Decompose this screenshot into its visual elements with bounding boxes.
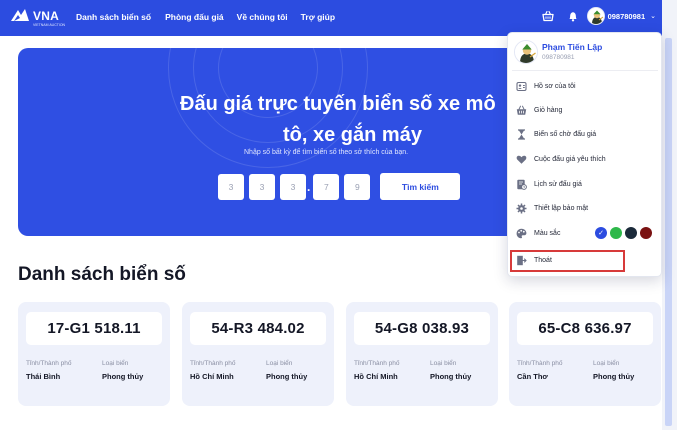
profile-icon	[516, 81, 527, 91]
brand-logo[interactable]: VNA VIETNAM AUCTION	[10, 8, 65, 27]
type-label: Loại biển	[102, 360, 129, 367]
menu-item-label: Giỏ hàng	[534, 106, 563, 114]
plate-digit-input[interactable]: 9	[344, 173, 371, 200]
type-label: Loại biển	[266, 360, 293, 367]
chevron-down-icon: ⌄	[650, 13, 656, 20]
color-swatch-green[interactable]	[610, 227, 622, 239]
divider	[512, 70, 658, 71]
user-menu-toggle[interactable]: 098780981 ⌄	[586, 7, 656, 25]
menu-item-cart[interactable]: Giỏ hàng	[516, 101, 656, 119]
menu-item-label: Thiết lập bảo mật	[534, 204, 589, 212]
menu-item-label: Hồ sơ của tôi	[534, 82, 576, 90]
color-swatches: ✓	[595, 227, 652, 239]
province-label: Tỉnh/Thành phố	[26, 360, 72, 367]
plate-card[interactable]: 17-G1 518.11 Tỉnh/Thành phố Loại biển Th…	[18, 302, 170, 406]
type-value: Phong thủy	[266, 372, 308, 381]
user-dropdown-menu: Phạm Tiến Lập 098780981 Hồ sơ của tôi Gi…	[507, 32, 662, 277]
hero-title-line1: Đấu giá trực tuyến biển số xe mô	[180, 93, 496, 115]
menu-item-auction-history[interactable]: Lịch sử đấu giá	[516, 175, 656, 193]
plate-digit-input[interactable]: 3	[280, 173, 306, 200]
province-label: Tỉnh/Thành phố	[354, 360, 400, 367]
bell-icon[interactable]	[567, 10, 579, 22]
color-swatch-maroon[interactable]	[640, 227, 652, 239]
type-value: Phong thủy	[430, 372, 472, 381]
province-value: Thái Bình	[26, 372, 61, 381]
history-icon	[517, 179, 527, 190]
menu-item-label: Màu sắc	[534, 229, 561, 237]
type-value: Phong thủy	[102, 372, 144, 381]
plate-card[interactable]: 65-C8 636.97 Tỉnh/Thành phố Loại biển Cầ…	[509, 302, 661, 406]
province-value: Cần Thơ	[517, 372, 548, 381]
brand-tagline: VIETNAM AUCTION	[33, 23, 66, 27]
plate-separator: .	[307, 179, 311, 194]
hero-banner: Đấu giá trực tuyến biển số xe mô tô, xe …	[18, 48, 508, 236]
nav-plate-list[interactable]: Danh sách biển số	[76, 12, 151, 22]
plate-search-form: 3 3 3 . 7 9 Tìm kiếm	[218, 173, 461, 200]
color-swatch-dark[interactable]	[625, 227, 637, 239]
user-name: Phạm Tiến Lập	[542, 42, 603, 52]
menu-item-label: Biển số chờ đấu giá	[534, 130, 597, 138]
plate-number: 54-R3 484.02	[190, 312, 326, 345]
user-phone: 098780981	[607, 11, 646, 21]
menu-item-label: Lịch sử đấu giá	[534, 180, 582, 188]
avatar-cartoon-icon	[515, 41, 537, 63]
basket-icon	[516, 105, 527, 115]
user-profile-summary: Phạm Tiến Lập 098780981	[514, 40, 656, 69]
scrollbar[interactable]	[665, 38, 672, 426]
hero-title-line2: tô, xe gắn máy	[283, 124, 422, 146]
heart-icon	[516, 155, 527, 164]
plate-card[interactable]: 54-R3 484.02 Tỉnh/Thành phố Loại biển Hồ…	[182, 302, 334, 406]
menu-item-profile[interactable]: Hồ sơ của tôi	[516, 77, 656, 95]
type-label: Loại biển	[430, 360, 457, 367]
nav-user-area: 098780981 ⌄	[541, 7, 656, 25]
menu-item-favorite-auctions[interactable]: Cuộc đấu giá yêu thích	[516, 150, 656, 168]
nav-auction-room[interactable]: Phòng đấu giá	[165, 12, 224, 22]
logout-highlight-box	[510, 250, 625, 272]
user-phone: 098780981	[542, 54, 575, 61]
brand-name: VNA	[33, 9, 59, 23]
gear-icon	[516, 203, 527, 213]
color-swatch-blue[interactable]: ✓	[595, 227, 607, 239]
province-value: Hồ Chí Minh	[190, 372, 234, 381]
plate-card[interactable]: 54-G8 038.93 Tỉnh/Thành phố Loại biển Hồ…	[346, 302, 498, 406]
top-navbar: VNA VIETNAM AUCTION Danh sách biển số Ph…	[0, 0, 662, 36]
plate-digit-input[interactable]: 7	[313, 173, 340, 200]
section-title: Danh sách biển số	[18, 264, 186, 285]
plate-number: 65-C8 636.97	[517, 312, 653, 345]
menu-item-pending-plates[interactable]: Biển số chờ đấu giá	[516, 125, 656, 143]
province-label: Tỉnh/Thành phố	[517, 360, 563, 367]
vna-logo-icon	[11, 9, 29, 21]
nav-about-us[interactable]: Về chúng tôi	[237, 12, 288, 22]
type-value: Phong thủy	[593, 372, 635, 381]
palette-icon	[516, 228, 527, 238]
type-label: Loại biển	[593, 360, 620, 367]
hourglass-icon	[518, 128, 525, 140]
main-nav: Danh sách biển số Phòng đấu giá Về chúng…	[76, 12, 335, 22]
check-icon: ✓	[598, 230, 604, 237]
plate-digit-input[interactable]: 3	[249, 173, 275, 200]
menu-item-label: Cuộc đấu giá yêu thích	[534, 155, 606, 163]
plate-number: 54-G8 038.93	[354, 312, 490, 345]
basket-icon[interactable]	[541, 10, 554, 22]
province-label: Tỉnh/Thành phố	[190, 360, 236, 367]
avatar	[586, 7, 605, 25]
avatar-cartoon-icon	[587, 8, 604, 24]
hero-subtitle: Nhập số bất kỳ để tìm biển số theo sở th…	[244, 149, 409, 156]
province-value: Hồ Chí Minh	[354, 372, 398, 381]
menu-item-security-settings[interactable]: Thiết lập bảo mật	[516, 199, 656, 217]
plate-digit-input[interactable]: 3	[218, 173, 244, 200]
avatar	[514, 40, 538, 64]
nav-help[interactable]: Trợ giúp	[301, 12, 335, 22]
plate-number: 17-G1 518.11	[26, 312, 162, 345]
search-button[interactable]: Tìm kiếm	[380, 173, 461, 200]
